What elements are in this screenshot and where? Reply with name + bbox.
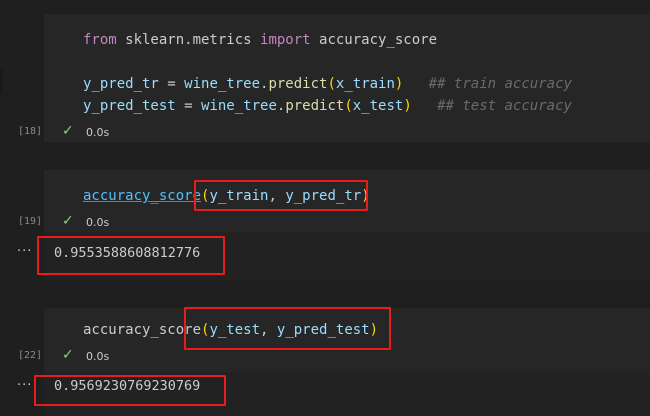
code-token: x_train [335,76,395,92]
execution-count: [19] [18,216,43,227]
code-token: ## train accuracy [403,76,572,92]
code-line[interactable]: y_pred_test = wine_tree.predict(x_test) … [83,97,572,115]
code-token: = [158,76,185,92]
code-token: predict [285,98,345,114]
code-token: ## test accuracy [411,98,572,114]
check-icon: ✓ [62,123,74,139]
cell-gutter [0,68,3,94]
highlight-box [37,236,225,275]
code-token: y_pred_test [83,98,176,114]
code-token: ) [403,98,412,114]
code-token: sklearn.metrics [116,32,261,48]
highlight-box [184,307,391,350]
code-token: accuracy_score [83,188,202,204]
code-token: accuracy_score [310,32,438,48]
code-token: predict [268,76,328,92]
highlight-box [194,180,368,211]
code-token: = [175,98,202,114]
execution-count: [22] [18,350,43,361]
execution-time: 0.0s [86,126,110,139]
code-token: x_test [352,98,404,114]
output-more-icon[interactable]: ... [17,240,32,255]
code-line[interactable]: from sklearn.metrics import accuracy_sco… [83,31,437,49]
check-icon: ✓ [62,213,74,229]
execution-time: 0.0s [86,350,110,363]
execution-count: [18] [18,126,43,137]
execution-time: 0.0s [86,216,110,229]
check-icon: ✓ [62,347,74,363]
code-token: y_pred_tr [83,76,159,92]
code-token: wine_tree [184,76,261,92]
code-token: from [83,32,117,48]
code-token: import [260,32,311,48]
code-token: wine_tree [201,98,277,114]
code-line[interactable]: y_pred_tr = wine_tree.predict(x_train) #… [83,75,572,93]
code-token: ( [344,98,353,114]
highlight-box [34,375,226,406]
output-more-icon[interactable]: ... [17,374,32,389]
code-token: ( [327,76,336,92]
